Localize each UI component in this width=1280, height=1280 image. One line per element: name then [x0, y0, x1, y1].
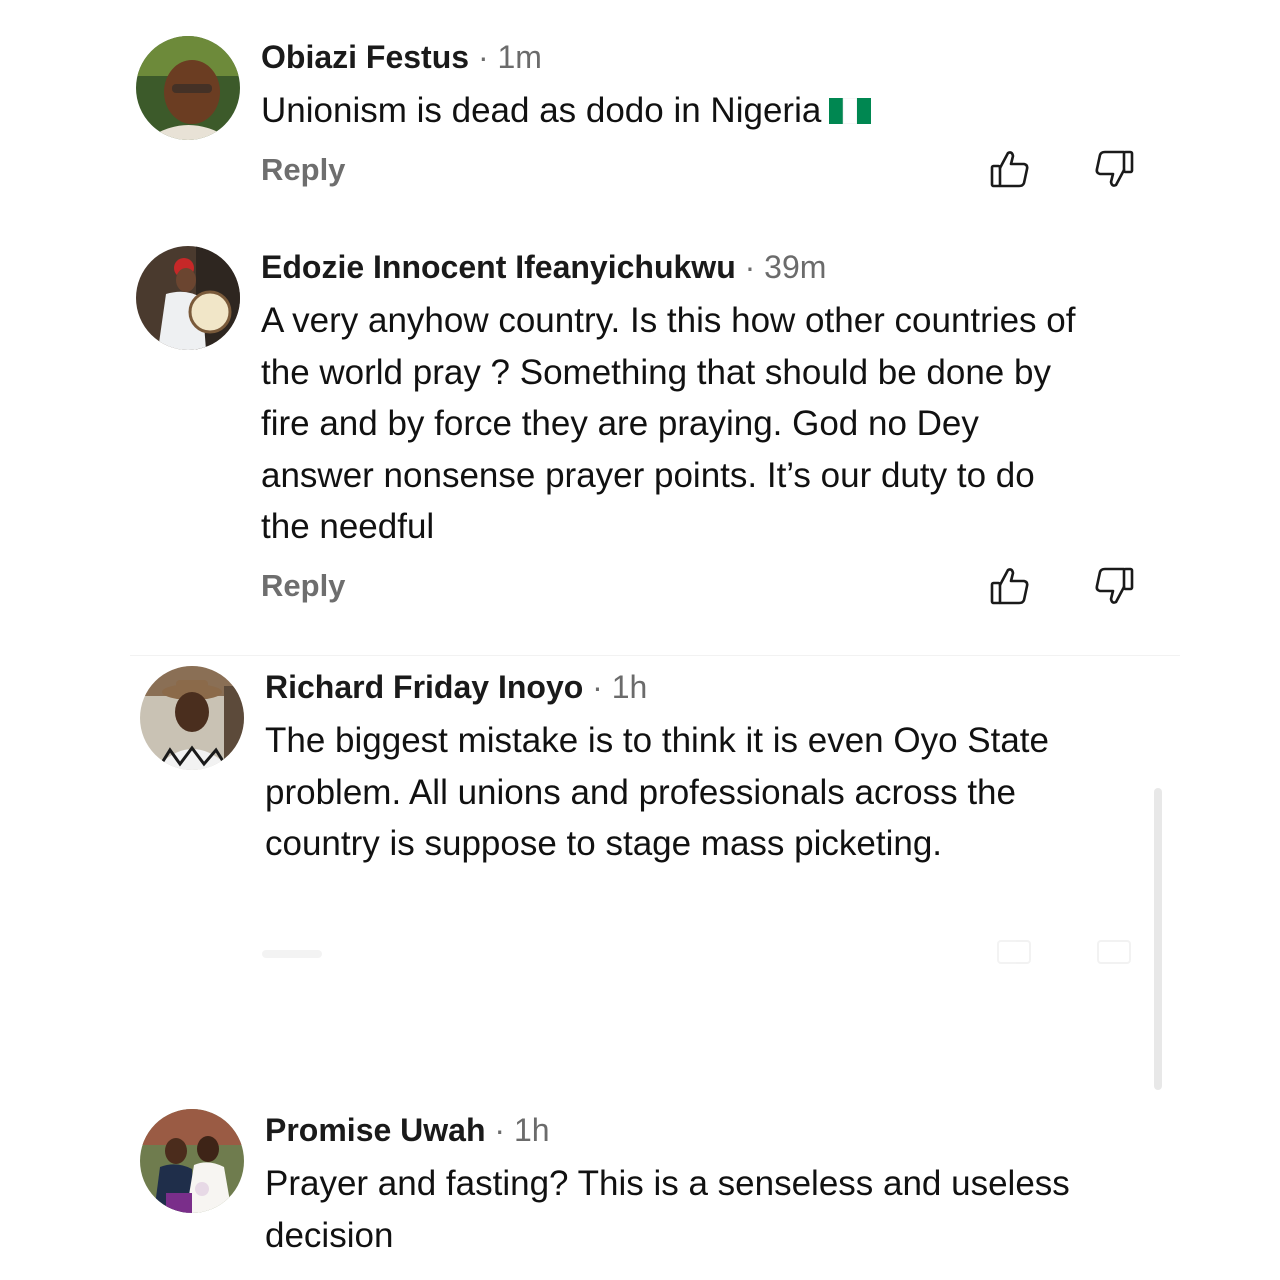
nigeria-flag-icon: [829, 98, 872, 124]
comment-item: Promise Uwah · 1h Prayer and fasting? Th…: [0, 1095, 1280, 1280]
meta-separator: ·: [744, 249, 756, 285]
comment-text: Prayer and fasting? This is a senseless …: [265, 1164, 1070, 1255]
meta-separator: ·: [494, 1112, 506, 1148]
comment-author[interactable]: Obiazi Festus: [261, 39, 469, 75]
comment-body: Richard Friday Inoyo · 1h The biggest mi…: [265, 667, 1095, 870]
scrollbar[interactable]: [1154, 788, 1162, 1090]
avatar[interactable]: [136, 246, 240, 350]
comment-text: A very anyhow country. Is this how other…: [261, 301, 1076, 546]
meta-separator: ·: [592, 669, 603, 705]
comment-item: Richard Friday Inoyo · 1h The biggest mi…: [0, 650, 1280, 1090]
meta-separator: ·: [477, 39, 489, 75]
comment-time: 1m: [497, 39, 542, 75]
comment-meta: Obiazi Festus · 1m: [261, 37, 1091, 77]
comment-time: 1h: [611, 669, 648, 705]
avatar[interactable]: [136, 36, 240, 140]
thumbs-up-icon[interactable]: [988, 564, 1032, 608]
comment-time: 1h: [513, 1112, 550, 1148]
thumbs-up-icon[interactable]: [988, 147, 1032, 191]
avatar[interactable]: [140, 1109, 244, 1213]
thumbs-down-icon[interactable]: [1092, 147, 1136, 191]
comment-text-content: Unionism is dead as dodo in Nigeria: [261, 91, 822, 130]
thumbs-down-icon[interactable]: [1092, 564, 1136, 608]
comment-text: The biggest mistake is to think it is ev…: [265, 721, 1049, 863]
comment-author[interactable]: Edozie Innocent Ifeanyichukwu: [261, 249, 736, 285]
comment-meta: Edozie Innocent Ifeanyichukwu · 39m: [261, 247, 1091, 287]
comment-body: Promise Uwah · 1h Prayer and fasting? Th…: [265, 1110, 1095, 1261]
comment-item: Edozie Innocent Ifeanyichukwu · 39m A ve…: [0, 220, 1280, 640]
comment-author[interactable]: Richard Friday Inoyo: [265, 669, 583, 705]
comment-body: Edozie Innocent Ifeanyichukwu · 39m A ve…: [261, 247, 1091, 553]
comment-text: Unionism is dead as dodo in Nigeria: [261, 85, 1091, 137]
avatar[interactable]: [140, 666, 244, 770]
comment-meta: Promise Uwah · 1h: [265, 1110, 1095, 1150]
comment-author[interactable]: Promise Uwah: [265, 1112, 486, 1148]
comment-time: 39m: [764, 249, 827, 285]
comment-item: Obiazi Festus · 1m Unionism is dead as d…: [0, 0, 1280, 220]
faded-action-row: [262, 940, 1162, 970]
reply-button[interactable]: Reply: [261, 152, 345, 188]
reply-button[interactable]: Reply: [261, 568, 345, 604]
comment-body: Obiazi Festus · 1m Unionism is dead as d…: [261, 37, 1091, 137]
comment-meta: Richard Friday Inoyo · 1h: [265, 667, 1095, 707]
